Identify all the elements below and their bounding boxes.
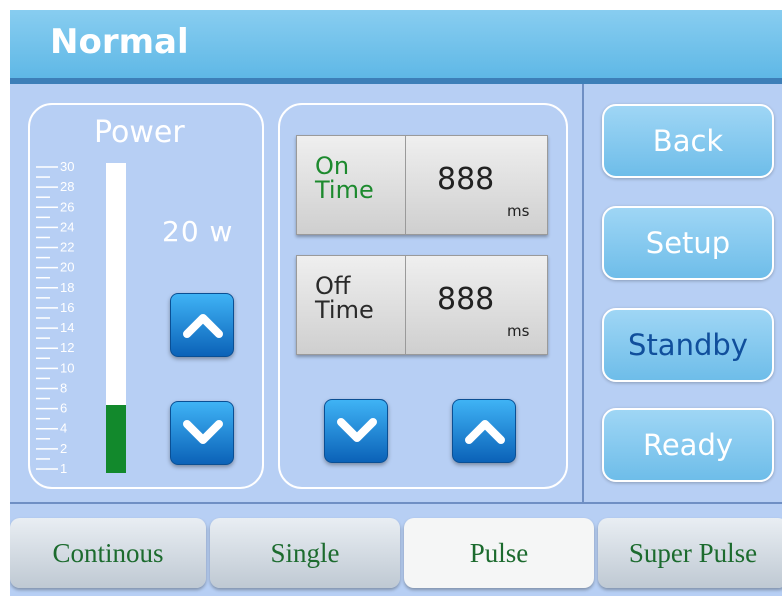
off-time-label-line2: Time — [315, 296, 374, 324]
off-time-field[interactable]: Off Time 888 ms — [296, 255, 548, 355]
power-bar — [106, 163, 126, 473]
on-time-field[interactable]: On Time 888 ms — [296, 135, 548, 235]
tab-continuous[interactable]: Continous — [10, 518, 206, 588]
on-time-value: 888 — [437, 162, 495, 197]
header-bar: Normal — [10, 10, 782, 78]
scale-label: 28 — [60, 179, 74, 194]
power-value: 20 w — [162, 215, 234, 248]
scale-label: 10 — [60, 360, 74, 375]
field-divider — [405, 136, 406, 234]
scale-label: 20 — [60, 260, 74, 275]
scale-label: 16 — [60, 300, 74, 315]
laser-control-screen: Normal Power 30 28 26 24 22 20 18 16 14 12 10 8 6 4 2 1… — [10, 10, 782, 596]
time-panel: On Time 888 ms Off Time 888 ms — [278, 103, 568, 489]
off-time-unit: ms — [507, 322, 530, 340]
scale-label: 14 — [60, 320, 74, 335]
time-up-button[interactable] — [452, 399, 516, 463]
tab-single[interactable]: Single — [210, 518, 400, 588]
tabs-divider — [10, 502, 782, 504]
scale-label: 26 — [60, 199, 74, 214]
column-divider — [582, 84, 584, 502]
chevron-down-icon — [183, 420, 223, 444]
scale-label: 12 — [60, 340, 74, 355]
power-bar-fill — [106, 404, 126, 473]
header-divider — [10, 78, 782, 84]
mode-title: Normal — [50, 22, 189, 62]
scale-label: 24 — [60, 219, 74, 234]
power-panel: Power 30 28 26 24 22 20 18 16 14 12 10 8 6 4 2 1 20 w — [28, 103, 264, 489]
scale-label: 8 — [60, 380, 67, 395]
field-divider — [405, 256, 406, 354]
scale-label: 30 — [60, 159, 74, 174]
scale-label: 22 — [60, 240, 74, 255]
off-time-label-line1: Off — [315, 272, 351, 300]
time-down-button[interactable] — [324, 399, 388, 463]
scale-label: 6 — [60, 401, 67, 416]
chevron-down-icon — [337, 418, 377, 442]
off-time-value: 888 — [437, 282, 495, 317]
on-time-label: On Time — [315, 154, 374, 202]
scale-label: 4 — [60, 421, 67, 436]
back-button[interactable]: Back — [602, 104, 774, 178]
on-time-unit: ms — [507, 202, 530, 220]
scale-label: 1 — [60, 461, 67, 476]
tab-super-pulse[interactable]: Super Pulse — [598, 518, 782, 588]
chevron-up-icon — [183, 314, 223, 338]
on-time-label-line1: On — [315, 152, 350, 180]
power-up-button[interactable] — [170, 293, 234, 357]
off-time-label: Off Time — [315, 274, 374, 322]
scale-label: 18 — [60, 280, 74, 295]
scale-label: 2 — [60, 441, 67, 456]
setup-button[interactable]: Setup — [602, 206, 774, 280]
ready-button[interactable]: Ready — [602, 408, 774, 482]
tab-pulse[interactable]: Pulse — [404, 518, 594, 588]
power-down-button[interactable] — [170, 401, 234, 465]
on-time-label-line2: Time — [315, 176, 374, 204]
chevron-up-icon — [465, 420, 505, 444]
standby-button[interactable]: Standby — [602, 308, 774, 382]
